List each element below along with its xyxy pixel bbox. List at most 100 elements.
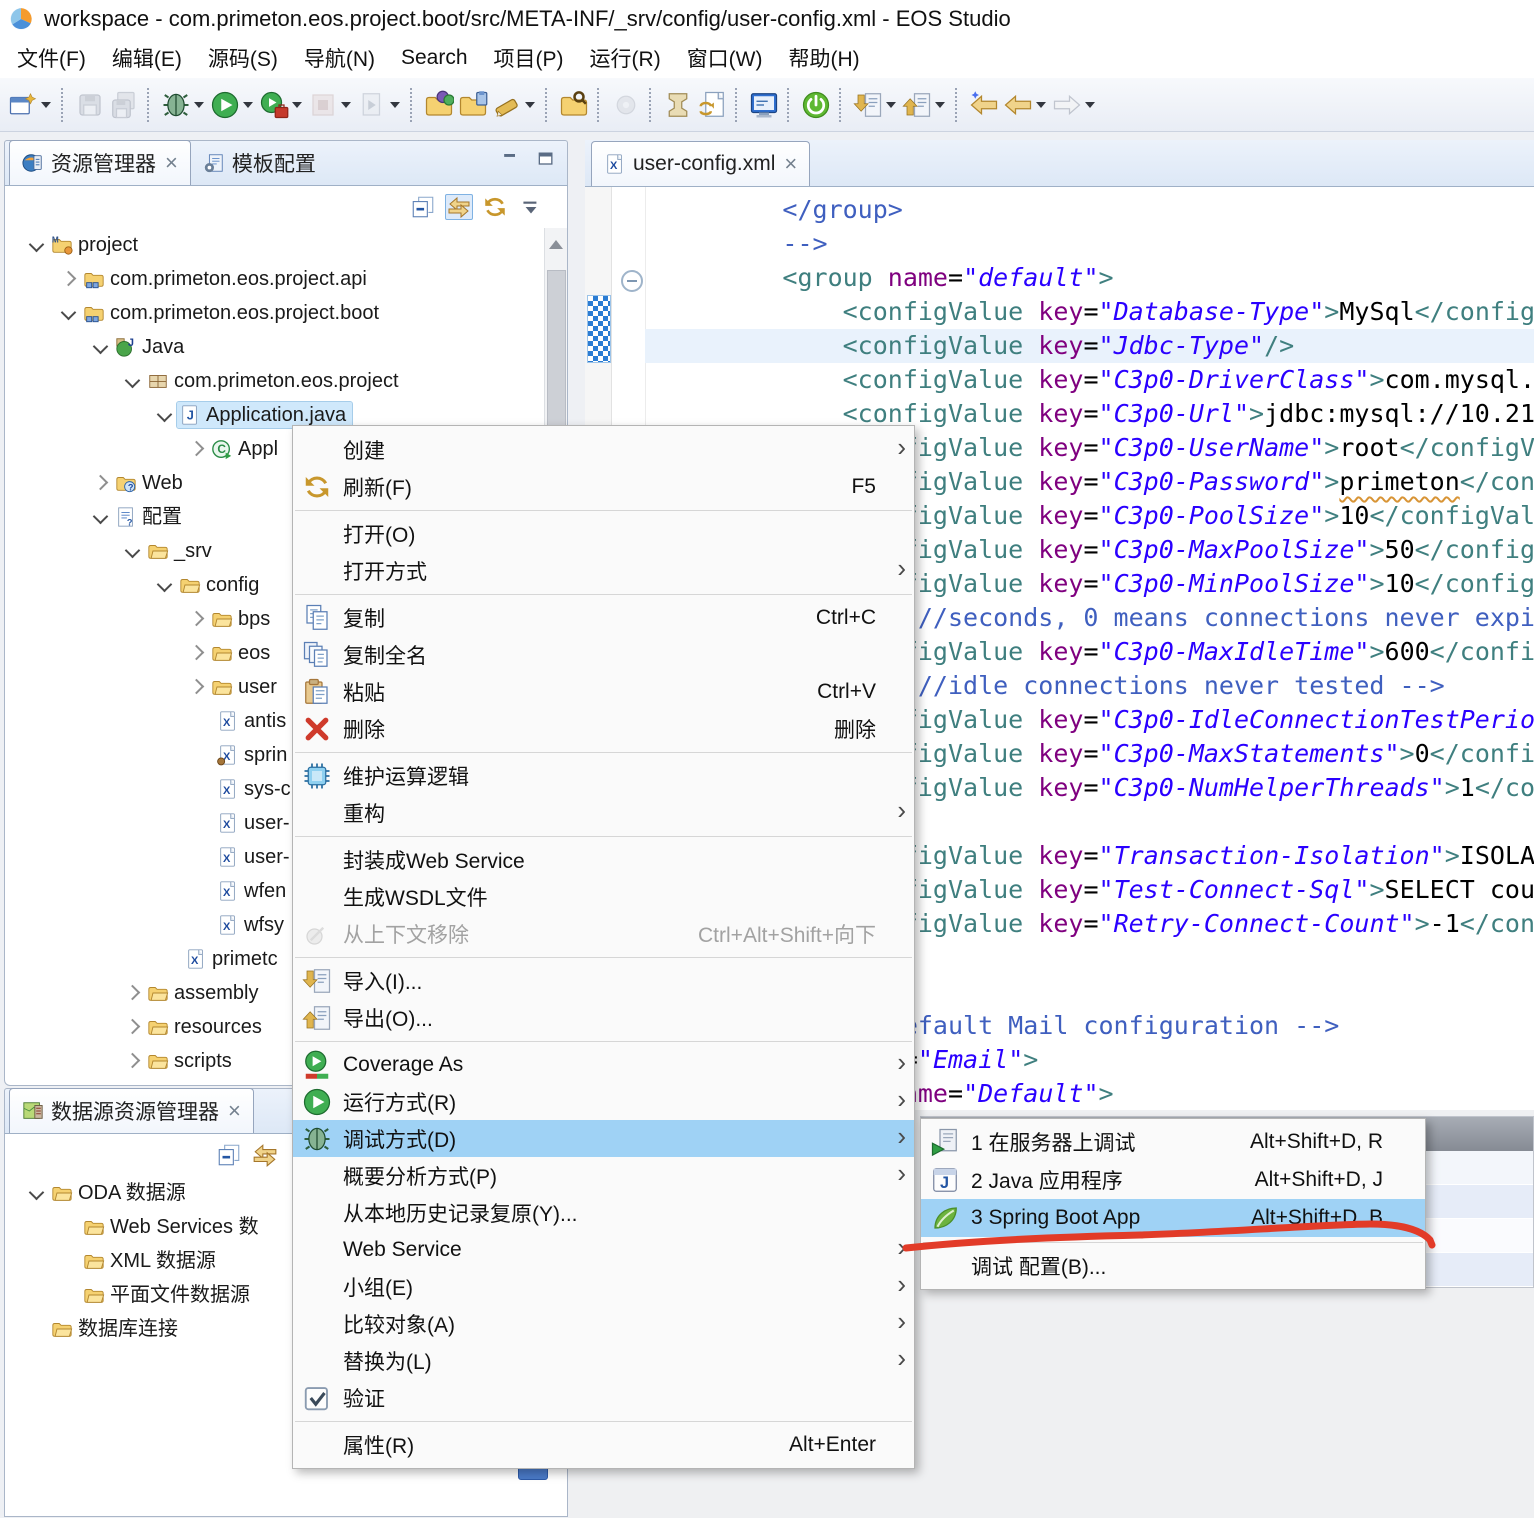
spool-icon[interactable] [663, 90, 693, 120]
menu-item[interactable]: 1 在服务器上调试Alt+Shift+D, R [921, 1123, 1425, 1161]
menu-item[interactable]: 概要分析方式(P) [293, 1157, 914, 1194]
dropdown-caret-icon[interactable] [194, 102, 204, 108]
chevron-collapsed-icon[interactable] [119, 1014, 145, 1040]
tab-user-config-xml[interactable]: X user-config.xml × [591, 141, 810, 186]
dropdown-caret-icon[interactable] [292, 102, 302, 108]
chevron-expanded-icon[interactable] [87, 334, 113, 360]
menu-item[interactable]: 刷新(F)F5 [293, 468, 914, 505]
chevron-expanded-icon[interactable] [119, 368, 145, 394]
open-task-icon[interactable] [458, 90, 488, 120]
forward-icon[interactable] [1052, 90, 1082, 120]
menu-item[interactable]: 封装成Web Service [293, 841, 914, 878]
back-icon[interactable] [1003, 90, 1033, 120]
menu-item[interactable]: 3 Spring Boot AppAlt+Shift+D, B [921, 1199, 1425, 1237]
menu-item[interactable]: 比较对象(A) [293, 1305, 914, 1342]
menu-item[interactable]: 从本地历史记录复原(Y)... [293, 1194, 914, 1231]
menu-item[interactable]: 打开(O) [293, 515, 914, 552]
tab-datasource-explorer[interactable]: 数据源资源管理器 × [9, 1088, 254, 1133]
tree-item[interactable]: com.primeton.eos.project.api [5, 262, 567, 296]
menu-item[interactable]: 导出(O)... [293, 999, 914, 1036]
save-icon[interactable] [75, 90, 105, 120]
open-resource-icon[interactable] [424, 90, 454, 120]
chevron-collapsed-icon[interactable] [55, 266, 81, 292]
chevron-collapsed-icon[interactable] [183, 436, 209, 462]
code-line[interactable]: --> [645, 227, 1534, 261]
dropdown-caret-icon[interactable] [1085, 102, 1095, 108]
tree-item[interactable]: JJava [5, 330, 567, 364]
menu-item[interactable]: 复制全名 [293, 636, 914, 673]
chevron-collapsed-icon[interactable] [119, 980, 145, 1006]
tab-template-config[interactable]: 模板配置 [191, 141, 328, 185]
remote-monitor-icon[interactable] [749, 90, 779, 120]
menubar-item[interactable]: 导航(N) [291, 43, 388, 73]
code-line[interactable]: <group name="default"> [645, 261, 1534, 295]
chevron-collapsed-icon[interactable] [87, 470, 113, 496]
menu-item[interactable]: J2 Java 应用程序Alt+Shift+D, J [921, 1161, 1425, 1199]
collapse-all-icon[interactable] [215, 1142, 243, 1168]
link-with-editor-icon[interactable] [445, 194, 473, 220]
menu-item[interactable]: 生成WSDL文件 [293, 878, 914, 915]
dropdown-caret-icon[interactable] [935, 102, 945, 108]
menu-item[interactable]: 属性(R)Alt+Enter [293, 1426, 914, 1463]
menubar-item[interactable]: 帮助(H) [776, 43, 873, 73]
menu-item[interactable]: 调试方式(D) [293, 1120, 914, 1157]
search-folder-icon[interactable] [559, 90, 589, 120]
chevron-collapsed-icon[interactable] [119, 1048, 145, 1074]
dropdown-caret-icon[interactable] [886, 102, 896, 108]
menu-item[interactable]: 从上下文移除Ctrl+Alt+Shift+向下 [293, 915, 914, 952]
refresh-pair-icon[interactable] [481, 194, 509, 220]
chevron-expanded-icon[interactable] [55, 300, 81, 326]
code-line[interactable]: <configValue key="Jdbc-Type"/> [645, 329, 1534, 363]
menu-item[interactable]: 导入(I)... [293, 962, 914, 999]
maximize-icon[interactable] [535, 149, 557, 169]
menubar-item[interactable]: Search [388, 46, 481, 70]
back-star-icon[interactable] [969, 90, 999, 120]
spring-boot-icon[interactable] [801, 90, 831, 120]
save-all-icon[interactable] [109, 90, 139, 120]
run-last-icon[interactable] [357, 90, 387, 120]
menubar-item[interactable]: 窗口(W) [674, 43, 776, 73]
chevron-collapsed-icon[interactable] [183, 674, 209, 700]
menu-item[interactable]: 删除删除 [293, 710, 914, 747]
chevron-collapsed-icon[interactable] [183, 640, 209, 666]
dim-tool-icon[interactable] [611, 90, 641, 120]
menubar-item[interactable]: 源码(S) [195, 43, 291, 73]
menu-item[interactable]: 小组(E) [293, 1268, 914, 1305]
tree-item[interactable]: Mproject [5, 228, 567, 262]
xml-transform-icon[interactable] [697, 90, 727, 120]
close-icon[interactable]: × [165, 152, 178, 174]
code-line[interactable]: <configValue key="C3p0-DriverClass">com.… [645, 363, 1534, 397]
dropdown-caret-icon[interactable] [1036, 102, 1046, 108]
dropdown-caret-icon[interactable] [243, 102, 253, 108]
menubar-item[interactable]: 文件(F) [4, 43, 99, 73]
chevron-expanded-icon[interactable] [151, 402, 177, 428]
menu-item[interactable]: 粘贴Ctrl+V [293, 673, 914, 710]
menu-item[interactable]: Coverage As [293, 1046, 914, 1083]
import-list-icon[interactable] [853, 90, 883, 120]
menu-item[interactable]: 复制Ctrl+C [293, 599, 914, 636]
menu-item[interactable]: 替换为(L) [293, 1342, 914, 1379]
dropdown-caret-icon[interactable] [341, 102, 351, 108]
menubar-item[interactable]: 项目(P) [481, 43, 577, 73]
minimize-icon[interactable] [499, 149, 521, 169]
scroll-up-icon[interactable] [549, 240, 563, 249]
stop-icon[interactable] [308, 90, 338, 120]
menubar-item[interactable]: 编辑(E) [99, 43, 195, 73]
close-icon[interactable]: × [784, 153, 797, 175]
tree-item[interactable]: com.primeton.eos.project [5, 364, 567, 398]
chevron-expanded-icon[interactable] [87, 504, 113, 530]
run-external-icon[interactable] [259, 90, 289, 120]
chevron-expanded-icon[interactable] [23, 232, 49, 258]
menubar-item[interactable]: 运行(R) [577, 43, 674, 73]
menu-item[interactable]: 验证 [293, 1379, 914, 1416]
chevron-expanded-icon[interactable] [151, 572, 177, 598]
tab-resource-explorer[interactable]: 资源管理器 × [9, 140, 191, 185]
dropdown-caret-icon[interactable] [525, 102, 535, 108]
code-line[interactable]: <configValue key="Database-Type">MySql</… [645, 295, 1534, 329]
dropdown-caret-icon[interactable] [390, 102, 400, 108]
export-list-icon[interactable] [902, 90, 932, 120]
menu-item[interactable]: 运行方式(R) [293, 1083, 914, 1120]
tree-item[interactable]: com.primeton.eos.project.boot [5, 296, 567, 330]
menu-item[interactable]: 打开方式 [293, 552, 914, 589]
view-menu-icon[interactable] [517, 194, 545, 220]
